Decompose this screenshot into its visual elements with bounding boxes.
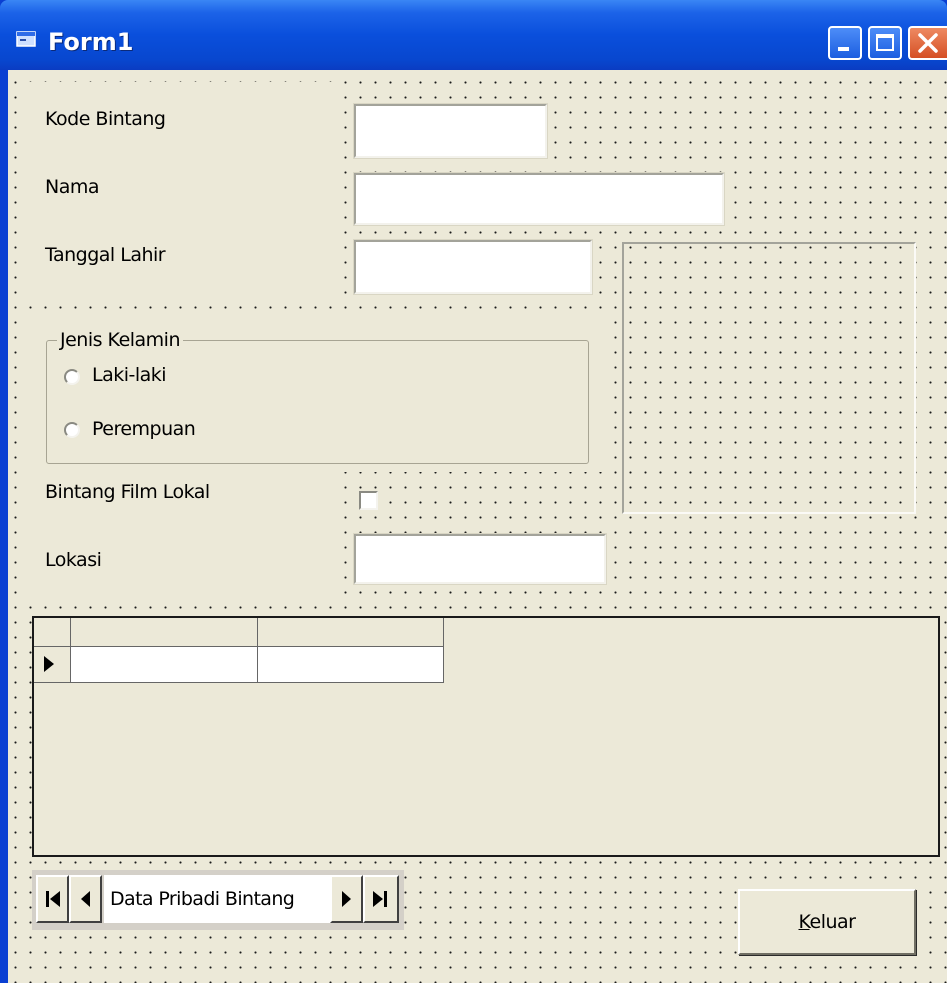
last-record-button[interactable] xyxy=(363,875,399,923)
laki-laki-label[interactable]: Laki-laki xyxy=(92,364,167,386)
jenis-kelamin-frame: Jenis Kelamin xyxy=(46,329,589,464)
lokasi-label: Lokasi xyxy=(45,549,102,571)
lokasi-input[interactable] xyxy=(353,533,607,585)
form-client-area: Kode Bintang Nama Tanggal Lahir Jenis Ke… xyxy=(8,70,947,983)
close-button[interactable] xyxy=(908,26,947,60)
next-record-icon xyxy=(342,891,351,907)
grid-row-selector[interactable] xyxy=(34,647,71,683)
table-cell[interactable] xyxy=(258,647,444,683)
grid-corner-header xyxy=(34,618,71,647)
kode-bintang-input[interactable] xyxy=(353,103,548,159)
laki-laki-radio[interactable] xyxy=(64,369,80,385)
vb-form-icon xyxy=(16,31,36,47)
data-grid[interactable] xyxy=(32,616,940,857)
form-window: Form1 Kode Bintang Nama Tanggal Lahir Je… xyxy=(0,0,947,983)
next-record-button[interactable] xyxy=(330,875,363,923)
tanggal-lahir-input[interactable] xyxy=(353,239,593,295)
close-icon xyxy=(918,33,938,53)
photo-image-box[interactable] xyxy=(622,242,916,514)
title-bar[interactable]: Form1 xyxy=(0,0,947,70)
nama-label: Nama xyxy=(45,176,100,198)
minimize-button[interactable] xyxy=(828,26,862,60)
window-title: Form1 xyxy=(48,28,134,56)
minimize-icon xyxy=(838,47,849,51)
table-cell[interactable] xyxy=(71,647,258,683)
jenis-kelamin-caption: Jenis Kelamin xyxy=(57,329,184,351)
last-record-icon xyxy=(373,891,387,907)
keluar-label: eluar xyxy=(809,911,856,933)
data-control[interactable]: Data Pribadi Bintang xyxy=(32,870,404,930)
kode-bintang-label: Kode Bintang xyxy=(45,108,166,130)
nama-input[interactable] xyxy=(353,172,725,226)
grid-column-header[interactable] xyxy=(71,618,258,647)
previous-record-icon xyxy=(81,891,90,907)
first-record-icon xyxy=(46,891,60,907)
bintang-film-lokal-label[interactable]: Bintang Film Lokal xyxy=(45,481,210,503)
data-control-caption: Data Pribadi Bintang xyxy=(104,875,330,923)
perempuan-label[interactable]: Perempuan xyxy=(92,418,196,440)
previous-record-button[interactable] xyxy=(69,875,102,923)
tanggal-lahir-label: Tanggal Lahir xyxy=(45,244,166,266)
grid-column-header[interactable] xyxy=(258,618,444,647)
first-record-button[interactable] xyxy=(36,875,69,923)
keluar-accelerator: K xyxy=(798,911,811,933)
maximize-button[interactable] xyxy=(868,26,902,60)
perempuan-radio[interactable] xyxy=(64,422,80,438)
keluar-button[interactable]: Keluar xyxy=(738,889,916,955)
maximize-icon xyxy=(876,34,894,51)
bintang-film-lokal-checkbox[interactable] xyxy=(359,491,378,510)
row-pointer-icon xyxy=(44,656,54,672)
